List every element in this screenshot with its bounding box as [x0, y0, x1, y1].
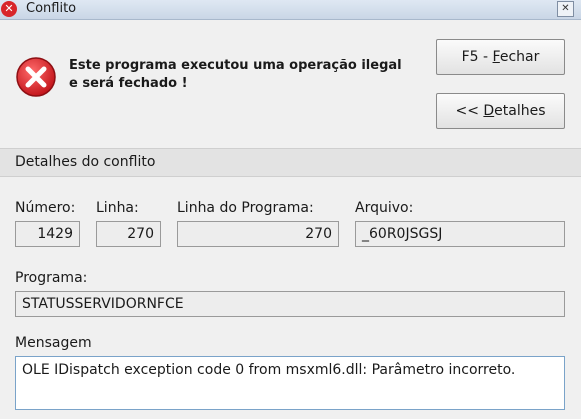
error-message-line2: e será fechado ! [69, 76, 188, 91]
details-button-rest: etalhes [494, 103, 546, 119]
error-message: Este programa executou uma operação ileg… [69, 57, 409, 93]
close-button-prefix: F5 - [461, 49, 493, 65]
close-window-button[interactable]: ✕ [557, 1, 574, 17]
mensagem-label: Mensagem [15, 335, 92, 351]
numero-label: Número: [15, 200, 76, 216]
error-icon: ✕ [1, 1, 17, 17]
section-title: Detalhes do conflito [15, 154, 156, 170]
numero-field: 1429 [15, 221, 80, 247]
close-button-rest: echar [499, 49, 540, 65]
programa-label: Programa: [15, 270, 88, 286]
linha-programa-label: Linha do Programa: [177, 200, 314, 216]
arquivo-label: Arquivo: [355, 200, 414, 216]
close-button-mnemonic: F [492, 49, 500, 65]
details-button[interactable]: << Detalhes [436, 93, 565, 129]
arquivo-field: _60R0JSGSJ [355, 221, 565, 247]
details-button-prefix: << [455, 103, 484, 119]
title-bar: ✕ Conflito ✕ [0, 0, 581, 20]
details-button-mnemonic: D [483, 103, 495, 119]
mensagem-textarea[interactable]: OLE IDispatch exception code 0 from msxm… [15, 356, 565, 410]
error-message-line1: Este programa executou uma operação ileg… [69, 58, 402, 73]
programa-field: STATUSSERVIDORNFCE [15, 291, 565, 317]
close-program-button[interactable]: F5 - Fechar [436, 39, 565, 75]
linha-programa-field: 270 [177, 221, 339, 247]
window-title: Conflito [26, 1, 77, 16]
linha-label: Linha: [96, 200, 139, 216]
error-x-icon [16, 57, 56, 97]
details-section-header: Detalhes do conflito [0, 148, 581, 177]
linha-field: 270 [96, 221, 161, 247]
